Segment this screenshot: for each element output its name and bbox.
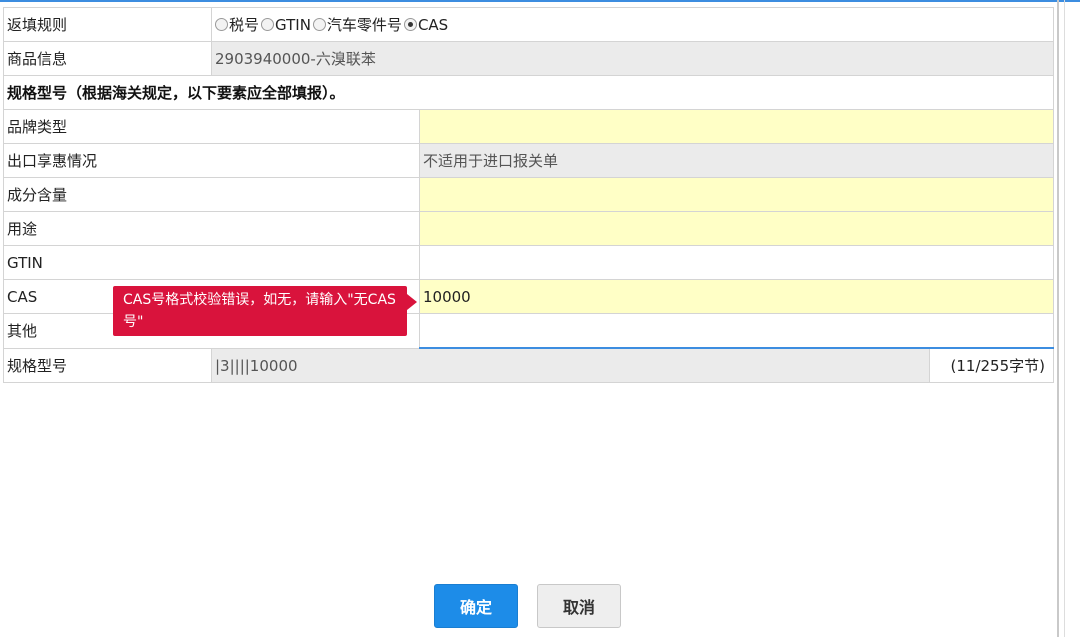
radio-circle-icon xyxy=(312,18,326,31)
ingredient-content-row: 成分含量 xyxy=(3,177,1054,212)
export-preference-label: 出口享惠情况 xyxy=(3,143,420,178)
radio-checked-icon xyxy=(403,18,417,31)
other-input[interactable] xyxy=(419,313,1054,349)
gtin-label: GTIN xyxy=(3,245,420,280)
spec-model-label: 规格型号 xyxy=(3,347,212,383)
brand-type-input[interactable] xyxy=(419,109,1054,144)
usage-row: 用途 xyxy=(3,211,1054,246)
spec-model-value: |3||||10000 xyxy=(211,347,930,383)
radio-circle-icon xyxy=(215,18,228,31)
window-right-shadow xyxy=(1064,0,1065,637)
confirm-button[interactable]: 确定 xyxy=(434,584,518,628)
fill-rule-options: 税号 GTIN 汽车零件号 CAS xyxy=(211,7,1054,42)
product-info-row: 商品信息 2903940000-六溴联苯 xyxy=(3,41,1054,76)
radio-tax-code[interactable]: 税号 xyxy=(215,14,259,35)
export-preference-row: 出口享惠情况 不适用于进口报关单 xyxy=(3,143,1054,178)
spec-model-byte-count: (11/255字节) xyxy=(929,347,1054,383)
ingredient-content-input[interactable] xyxy=(419,177,1054,212)
export-preference-value: 不适用于进口报关单 xyxy=(419,143,1054,178)
fill-rule-label: 返填规则 xyxy=(3,7,212,42)
usage-input[interactable] xyxy=(419,211,1054,246)
spec-heading-row: 规格型号（根据海关规定，以下要素应全部填报）。 xyxy=(3,75,1054,110)
cas-error-tooltip: CAS号格式校验错误，如无，请输入"无CAS号" xyxy=(113,286,407,336)
product-info-label: 商品信息 xyxy=(3,41,212,76)
radio-gtin-label: GTIN xyxy=(275,15,311,34)
gtin-input[interactable] xyxy=(419,245,1054,280)
radio-auto-part-number[interactable]: 汽车零件号 xyxy=(312,14,402,35)
cancel-button[interactable]: 取消 xyxy=(537,584,621,628)
radio-cas-label: CAS xyxy=(417,15,449,34)
gtin-row: GTIN xyxy=(3,245,1054,280)
window-top-border xyxy=(0,0,1080,2)
window-right-border xyxy=(1057,0,1059,637)
radio-gtin[interactable]: GTIN xyxy=(261,16,311,34)
radio-circle-icon xyxy=(261,18,275,31)
spec-heading: 规格型号（根据海关规定，以下要素应全部填报）。 xyxy=(3,75,1054,110)
brand-type-label: 品牌类型 xyxy=(3,109,420,144)
spec-model-row: 规格型号 |3||||10000 (11/255字节) xyxy=(3,347,1054,383)
cas-input[interactable]: 10000 xyxy=(419,279,1054,314)
radio-tax-code-label: 税号 xyxy=(229,16,260,34)
brand-type-row: 品牌类型 xyxy=(3,109,1054,144)
usage-label: 用途 xyxy=(3,211,420,246)
radio-cas[interactable]: CAS xyxy=(403,15,449,34)
ingredient-content-label: 成分含量 xyxy=(3,177,420,212)
tooltip-arrow-icon xyxy=(407,294,417,310)
product-info-value: 2903940000-六溴联苯 xyxy=(211,41,1054,76)
fill-rule-row: 返填规则 税号 GTIN 汽车零件号 CAS xyxy=(3,7,1054,42)
radio-auto-part-number-label: 汽车零件号 xyxy=(326,16,402,34)
